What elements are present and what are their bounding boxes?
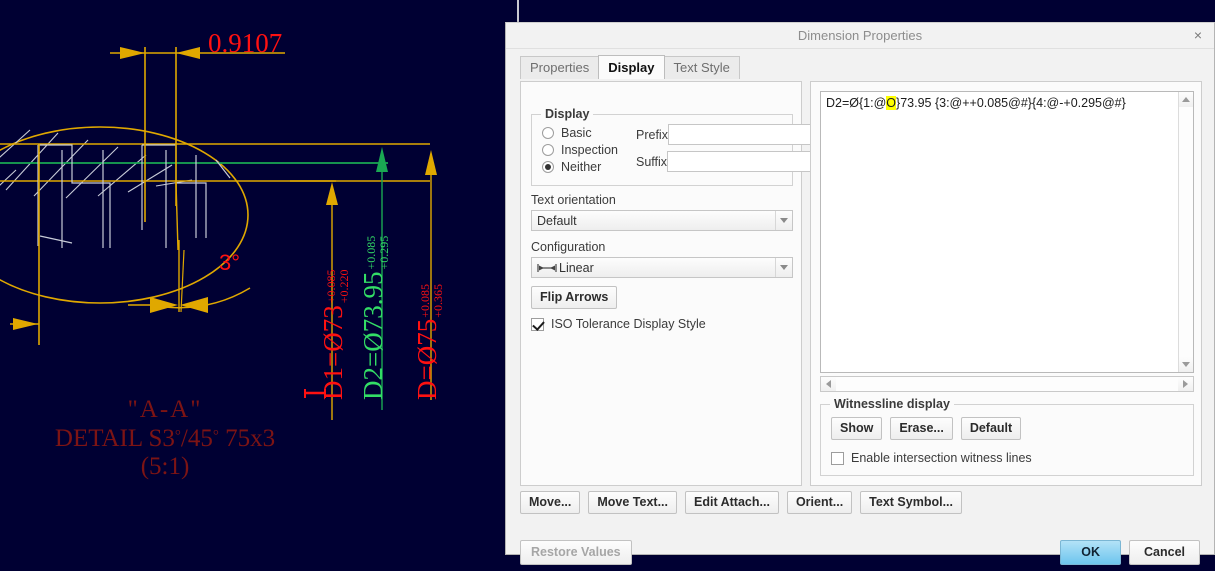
- dimension-text-panel: D2=Ø{1:@O}73.95 {3:@++0.085@#}{4:@-+0.29…: [810, 81, 1202, 486]
- witnessline-display-group: Witnessline display Show Erase... Defaul…: [820, 397, 1194, 476]
- radio-inspection[interactable]: Inspection: [542, 141, 637, 158]
- dialog-footer: Restore Values OK Cancel: [520, 540, 1200, 565]
- tab-display[interactable]: Display: [598, 55, 665, 79]
- dialog-body: Display Basic Inspection Neither Prefix …: [520, 81, 1202, 486]
- witnessline-legend: Witnessline display: [830, 397, 954, 411]
- dimension-d2-tolerance: +0.085 +0.295: [364, 235, 391, 270]
- cancel-button[interactable]: Cancel: [1129, 540, 1200, 565]
- dimension-d-tolerance: +0.085 +0.365: [418, 283, 445, 318]
- dialog-titlebar[interactable]: Dimension Properties ×: [506, 23, 1214, 49]
- configuration-select[interactable]: Linear: [531, 257, 793, 278]
- close-icon[interactable]: ×: [1190, 27, 1206, 43]
- flip-arrows-button[interactable]: Flip Arrows: [531, 286, 618, 309]
- orient-button[interactable]: Orient...: [786, 491, 853, 514]
- radio-inspection-indicator[interactable]: [542, 143, 554, 156]
- scroll-left-icon[interactable]: [821, 377, 836, 391]
- detail-spec-suffix: 75x3: [218, 424, 276, 452]
- editor-vertical-scrollbar[interactable]: [1178, 92, 1193, 372]
- move-text-button[interactable]: Move Text...: [588, 491, 677, 514]
- scroll-up-icon[interactable]: [1179, 92, 1193, 107]
- prefix-label: Prefix: [636, 127, 668, 142]
- dimension-d-upper: +0.085: [418, 283, 432, 318]
- move-button[interactable]: Move...: [520, 491, 581, 514]
- dimension-value-09107[interactable]: 0.9107: [208, 28, 282, 59]
- dimension-label-d1[interactable]: D1=Ø73 +0.085 +0.220: [318, 269, 357, 400]
- iso-tolerance-label: ISO Tolerance Display Style: [551, 317, 706, 331]
- dimension-d-lower: +0.365: [430, 283, 445, 318]
- editor-text-before: D2=Ø{1:@: [826, 96, 887, 110]
- radio-neither[interactable]: Neither: [542, 158, 637, 175]
- display-group-legend: Display: [541, 107, 594, 121]
- text-symbol-button[interactable]: Text Symbol...: [860, 491, 962, 514]
- detail-view-annotation[interactable]: "A-A" DETAIL S3°/45° 75x3 (5:1): [0, 396, 330, 482]
- text-orientation-select[interactable]: Default: [531, 210, 793, 231]
- witness-show-button[interactable]: Show: [831, 417, 883, 440]
- scroll-down-icon[interactable]: [1179, 357, 1193, 372]
- dialog-tabs[interactable]: Properties Display Text Style: [506, 55, 1214, 79]
- enable-intersection-witness-label: Enable intersection witness lines: [851, 451, 1032, 465]
- witness-default-button[interactable]: Default: [960, 417, 1022, 440]
- dimension-d2-upper: +0.085: [364, 235, 378, 270]
- editor-text-highlight: O: [886, 96, 897, 110]
- suffix-label: Suffix: [636, 154, 668, 169]
- tab-properties[interactable]: Properties: [520, 56, 600, 79]
- text-orientation-label: Text orientation: [531, 193, 616, 207]
- vertical-scroll-track[interactable]: [1179, 107, 1193, 357]
- dimension-d-text: D=Ø75: [412, 318, 442, 400]
- enable-intersection-witness-checkbox[interactable]: [831, 451, 844, 465]
- radio-basic[interactable]: Basic: [542, 124, 637, 141]
- chevron-down-icon[interactable]: [775, 258, 792, 277]
- dimension-label-d[interactable]: D=Ø75 +0.085 +0.365: [412, 284, 451, 400]
- radio-neither-indicator[interactable]: [542, 160, 554, 173]
- detail-title: "A-A": [127, 396, 203, 423]
- editor-horizontal-scrollbar[interactable]: [820, 376, 1194, 392]
- radio-neither-label: Neither: [561, 159, 602, 174]
- enable-intersection-witness-row[interactable]: Enable intersection witness lines: [831, 451, 1032, 465]
- dimension-properties-dialog[interactable]: Dimension Properties × Properties Displa…: [505, 22, 1215, 565]
- dimension-d2-text: D2=Ø73.95: [358, 271, 388, 400]
- dimension-text-editor[interactable]: D2=Ø{1:@O}73.95 {3:@++0.085@#}{4:@-+0.29…: [821, 92, 1178, 372]
- dimension-d1-lower: +0.220: [336, 269, 351, 304]
- cad-cursor-line: [517, 0, 519, 22]
- dimension-d1-tolerance: +0.085 +0.220: [324, 269, 351, 304]
- radio-basic-label: Basic: [561, 125, 592, 140]
- scroll-right-icon[interactable]: [1178, 377, 1193, 391]
- detail-spec-prefix: DETAIL S3: [54, 424, 175, 452]
- iso-tolerance-checkbox[interactable]: [531, 317, 544, 331]
- detail-scale: (5:1): [140, 453, 190, 480]
- configuration-label: Configuration: [531, 240, 606, 254]
- dialog-action-buttons: Move... Move Text... Edit Attach... Orie…: [520, 491, 962, 514]
- text-orientation-value: Default: [537, 213, 577, 228]
- witness-erase-button[interactable]: Erase...: [890, 417, 953, 440]
- detail-spec-mid: /45: [180, 424, 213, 452]
- editor-text-after: }73.95 {3:@++0.085@#}{4:@-+0.295@#}: [896, 96, 1126, 110]
- horizontal-scroll-track[interactable]: [836, 377, 1178, 391]
- dimension-text-editor-wrap[interactable]: D2=Ø{1:@O}73.95 {3:@++0.085@#}{4:@-+0.29…: [820, 91, 1194, 373]
- edit-attach-button[interactable]: Edit Attach...: [685, 491, 779, 514]
- restore-values-button[interactable]: Restore Values: [520, 540, 632, 565]
- detail-spec: DETAIL S3°/45° 75x3: [0, 425, 330, 454]
- dimension-label-d2[interactable]: D2=Ø73.95 +0.085 +0.295: [358, 236, 397, 400]
- display-settings-panel: Display Basic Inspection Neither Prefix …: [520, 81, 839, 486]
- angle-dimension-label[interactable]: 3°: [219, 250, 240, 276]
- iso-tolerance-checkbox-row[interactable]: ISO Tolerance Display Style: [531, 317, 706, 331]
- radio-basic-indicator[interactable]: [542, 126, 554, 139]
- ok-button[interactable]: OK: [1060, 540, 1121, 565]
- dialog-title: Dimension Properties: [797, 28, 923, 43]
- dimension-d1-text: D1=Ø73: [318, 305, 348, 400]
- chevron-down-icon[interactable]: [775, 211, 792, 230]
- configuration-value: Linear: [559, 260, 594, 275]
- tab-text-style[interactable]: Text Style: [663, 56, 740, 79]
- radio-inspection-label: Inspection: [561, 142, 618, 157]
- dimension-d1-upper: +0.085: [324, 269, 338, 304]
- display-group: Display Basic Inspection Neither Prefix …: [531, 107, 839, 186]
- dimension-d2-lower: +0.295: [376, 235, 391, 270]
- linear-dimension-icon: [537, 263, 557, 273]
